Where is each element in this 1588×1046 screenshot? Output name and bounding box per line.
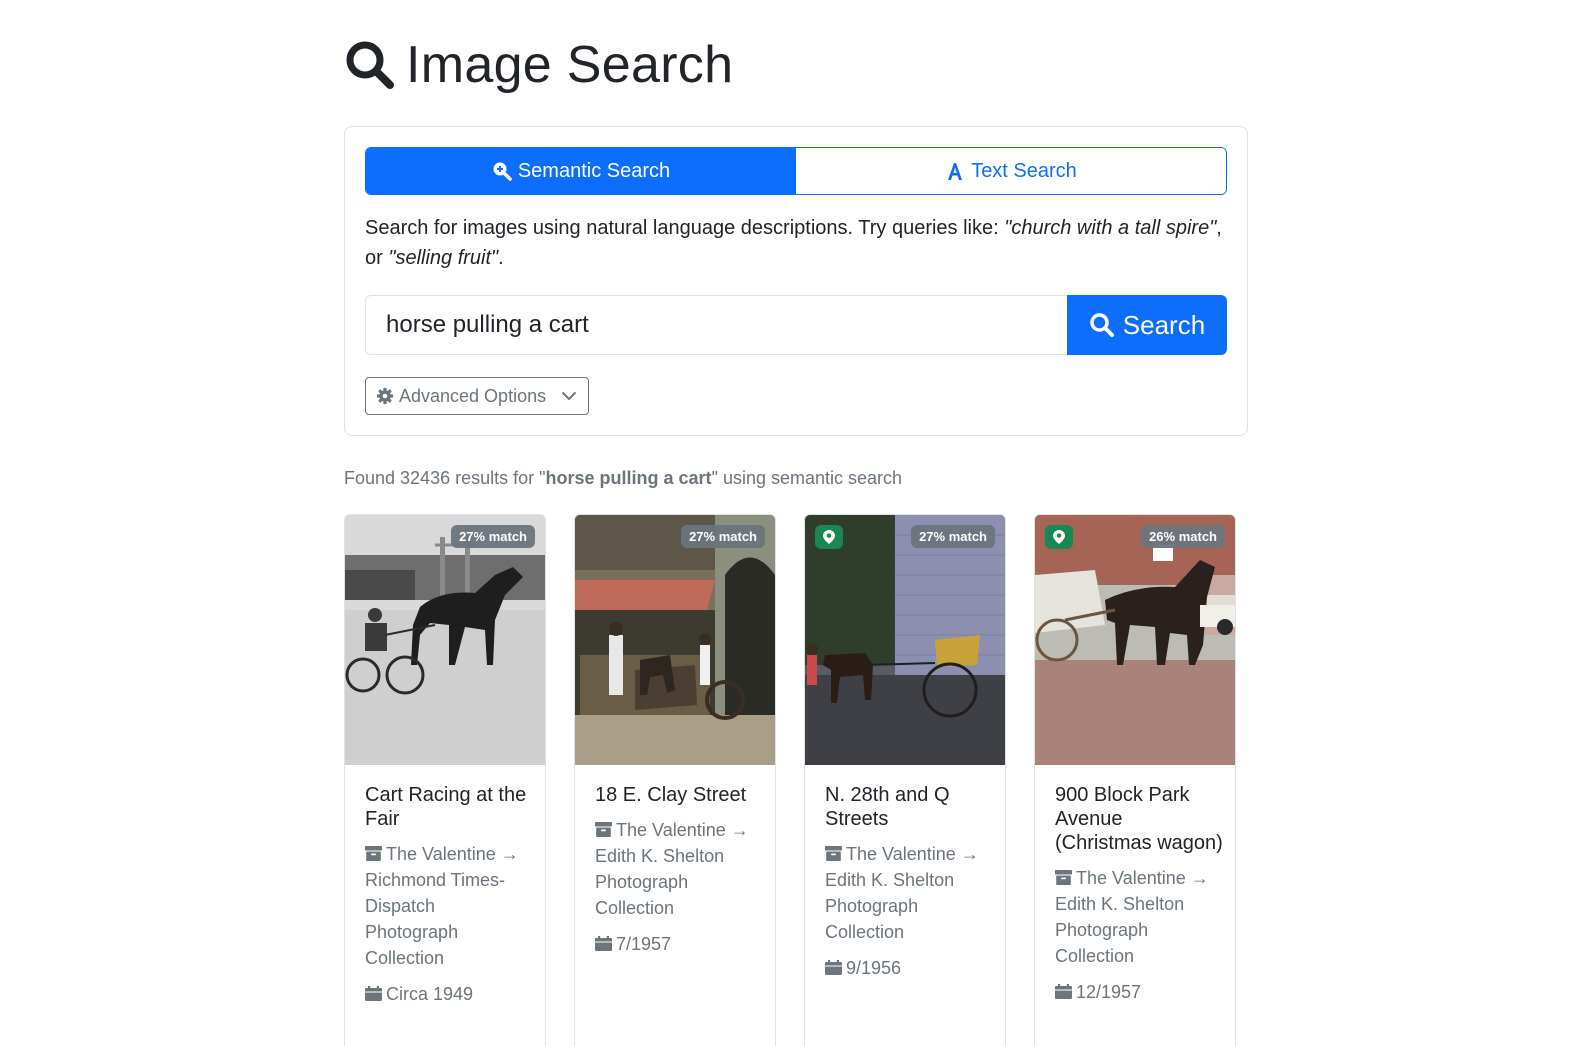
card-title[interactable]: 18 E. Clay Street — [595, 783, 763, 807]
gear-icon — [376, 387, 394, 405]
result-thumbnail[interactable]: 26% match — [1035, 515, 1235, 765]
archive-icon — [365, 846, 382, 861]
card-title[interactable]: Cart Racing at the Fair — [365, 783, 533, 831]
card-date: 7/1957 — [595, 931, 763, 957]
card-title[interactable]: N. 28th and Q Streets — [825, 783, 993, 831]
card-date: 12/1957 — [1055, 979, 1223, 1005]
search-mode-toggle: Semantic Search Text Search — [365, 147, 1227, 195]
text-search-tab[interactable]: Text Search — [796, 148, 1226, 194]
match-badge: 27% match — [451, 525, 535, 548]
card-source-text: The Valentine → Edith K. Shelton Photogr… — [1055, 868, 1209, 966]
card-source: The Valentine → Edith K. Shelton Photogr… — [1055, 865, 1223, 969]
advanced-options-label: Advanced Options — [399, 385, 547, 406]
map-pin-icon — [823, 530, 835, 544]
search-panel: Semantic Search Text Search Search for i… — [344, 126, 1248, 436]
archive-icon — [1055, 870, 1072, 885]
result-photo — [575, 515, 775, 765]
text-icon — [948, 163, 963, 180]
card-date-text: 12/1957 — [1076, 982, 1142, 1002]
card-date-text: 7/1957 — [616, 934, 672, 954]
search-input[interactable] — [365, 295, 1067, 355]
results-query: horse pulling a cart — [545, 468, 712, 488]
card-title[interactable]: 900 Block Park Avenue (Christmas wagon) — [1055, 783, 1223, 855]
results-prefix: Found 32436 results for " — [344, 468, 546, 488]
calendar-icon — [595, 936, 612, 951]
result-photo — [805, 515, 1005, 765]
card-source: The Valentine → Edith K. Shelton Photogr… — [595, 817, 763, 921]
card-source: The Valentine → Richmond Times-Dispatch … — [365, 841, 533, 971]
semantic-search-label: Semantic Search — [517, 159, 671, 182]
card-date-text: 9/1956 — [846, 958, 902, 978]
card-body: 18 E. Clay Street The Valentine → Edith … — [595, 783, 763, 957]
result-card[interactable]: 27% match 18 E. Clay Street The Valentin… — [574, 514, 776, 1046]
search-help-text: Search for images using natural language… — [365, 213, 1231, 273]
card-source-text: The Valentine → Richmond Times-Dispatch … — [365, 844, 519, 968]
match-badge: 26% match — [1141, 525, 1225, 548]
result-thumbnail[interactable]: 27% match — [345, 515, 545, 765]
card-body: Cart Racing at the Fair The Valentine → … — [365, 783, 533, 1007]
help-example-1: "church with a tall spire" — [1004, 217, 1217, 239]
semantic-search-tab[interactable]: Semantic Search — [366, 148, 796, 194]
result-card[interactable]: 27% match Cart Racing at the Fair The Va… — [344, 514, 546, 1046]
card-body: N. 28th and Q Streets The Valentine → Ed… — [825, 783, 993, 981]
result-thumbnail[interactable]: 27% match — [575, 515, 775, 765]
page-title: Image Search — [344, 34, 733, 96]
archive-icon — [825, 846, 842, 861]
result-photo — [345, 515, 545, 765]
match-badge: 27% match — [911, 525, 995, 548]
card-source-text: The Valentine → Edith K. Shelton Photogr… — [825, 844, 979, 942]
search-icon — [346, 41, 394, 89]
calendar-icon — [365, 986, 382, 1001]
card-source-text: The Valentine → Edith K. Shelton Photogr… — [595, 820, 749, 918]
semantic-search-icon — [493, 162, 512, 181]
results-grid: 27% match Cart Racing at the Fair The Va… — [344, 514, 1248, 1046]
search-button[interactable]: Search — [1067, 295, 1227, 355]
result-photo — [1035, 515, 1235, 765]
location-badge[interactable] — [815, 525, 843, 549]
location-badge[interactable] — [1045, 525, 1073, 549]
calendar-icon — [1055, 984, 1072, 999]
card-date-text: Circa 1949 — [386, 984, 474, 1004]
help-example-2: "selling fruit" — [388, 247, 499, 269]
match-badge: 27% match — [681, 525, 765, 548]
map-pin-icon — [1053, 530, 1065, 544]
help-suffix: . — [498, 247, 504, 269]
result-card[interactable]: 27% match N. 28th and Q Streets The Vale… — [804, 514, 1006, 1046]
help-prefix: Search for images using natural language… — [365, 217, 1005, 239]
results-suffix: " using semantic search — [711, 468, 903, 488]
archive-icon — [595, 822, 612, 837]
card-body: 900 Block Park Avenue (Christmas wagon) … — [1055, 783, 1223, 1005]
result-thumbnail[interactable]: 27% match — [805, 515, 1005, 765]
results-summary: Found 32436 results for "horse pulling a… — [344, 468, 902, 489]
card-date: 9/1956 — [825, 955, 993, 981]
card-date: Circa 1949 — [365, 981, 533, 1007]
search-button-icon — [1090, 313, 1114, 337]
calendar-icon — [825, 960, 842, 975]
card-source: The Valentine → Edith K. Shelton Photogr… — [825, 841, 993, 945]
page-title-text: Image Search — [406, 36, 734, 94]
chevron-down-icon — [562, 392, 576, 400]
result-card[interactable]: 26% match 900 Block Park Avenue (Christm… — [1034, 514, 1236, 1046]
text-search-label: Text Search — [971, 159, 1077, 182]
search-input-group: Search — [365, 295, 1227, 355]
advanced-options-button[interactable]: Advanced Options — [365, 377, 589, 415]
search-button-label: Search — [1122, 309, 1206, 340]
